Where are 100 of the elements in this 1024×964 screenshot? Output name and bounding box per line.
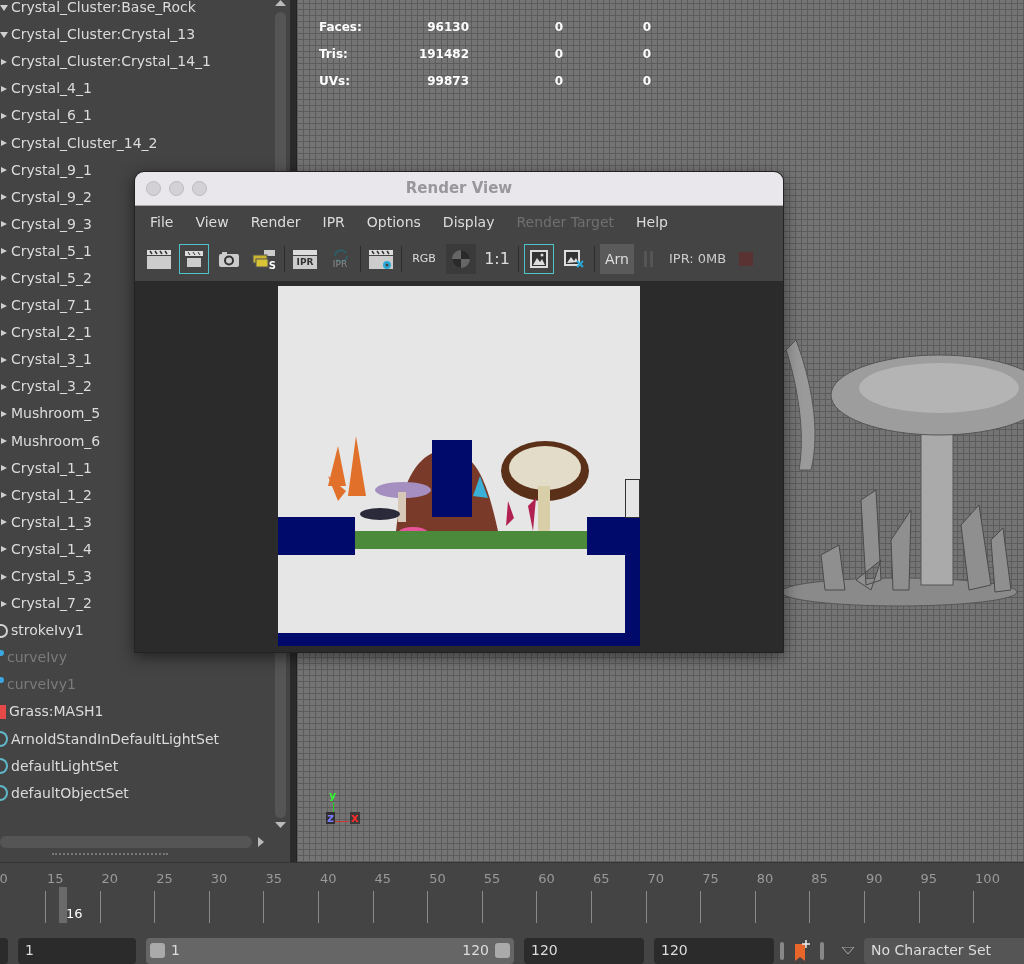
frame-number: 60	[538, 870, 555, 888]
collapsed-triangle-icon[interactable]	[1, 166, 7, 175]
collapsed-triangle-icon[interactable]	[1, 111, 7, 120]
outliner-item[interactable]: ArnoldStandInDefaultLightSet	[11, 728, 220, 750]
collapsed-triangle-icon[interactable]	[1, 382, 7, 391]
outliner-item[interactable]: Crystal_9_2	[11, 186, 92, 208]
time-field[interactable]	[0, 937, 8, 964]
real-size-button[interactable]: 1:1	[481, 244, 513, 274]
outliner-item[interactable]: Crystal_1_2	[11, 484, 92, 506]
frame-number: 80	[756, 870, 774, 888]
outliner-item[interactable]: Crystal_5_3	[11, 566, 92, 587]
render-region-button[interactable]	[179, 244, 209, 274]
menu-item[interactable]: IPR	[322, 212, 345, 233]
outliner-item[interactable]: Crystal_4_1	[11, 78, 92, 100]
outliner-item[interactable]: Crystal_5_1	[11, 240, 92, 262]
range-handle-icon[interactable]	[495, 943, 510, 958]
menu-item[interactable]: View	[195, 212, 229, 233]
checker-button[interactable]	[446, 244, 476, 274]
batch-letter: S	[268, 261, 276, 271]
outliner-item[interactable]: Crystal_Cluster:Base_Rock	[11, 0, 196, 19]
outliner-item[interactable]: Crystal_9_1	[11, 159, 92, 181]
collapsed-triangle-icon[interactable]	[1, 220, 7, 229]
collapsed-triangle-icon[interactable]	[1, 545, 7, 554]
collapsed-triangle-icon[interactable]	[1, 572, 7, 581]
outliner-item[interactable]: Crystal_3_2	[11, 376, 92, 398]
outliner-item[interactable]: Crystal_Cluster:Crystal_13	[11, 24, 196, 46]
outliner-item[interactable]: Mushroom_5	[11, 403, 101, 425]
outliner-item[interactable]: Crystal_1_4	[11, 538, 92, 560]
renderer-dropdown[interactable]: Arn	[600, 244, 634, 274]
outliner-item[interactable]: Crystal_7_1	[11, 295, 92, 317]
outliner-item[interactable]: Crystal_2_1	[11, 322, 92, 344]
frame-number: 70	[647, 870, 665, 888]
dropdown-caret-icon[interactable]	[842, 946, 854, 955]
character-set-dropdown[interactable]: No Character Set	[864, 937, 1024, 964]
menu-item[interactable]: File	[150, 212, 174, 233]
collapsed-triangle-icon[interactable]	[1, 57, 7, 66]
slider-handle-icon[interactable]	[820, 941, 824, 960]
range-slider[interactable]: 1 120	[146, 937, 514, 964]
collapsed-triangle-icon[interactable]	[1, 491, 7, 500]
outliner-item[interactable]: defaultLightSet	[11, 755, 119, 777]
expanded-triangle-icon[interactable]	[0, 3, 8, 12]
collapsed-triangle-icon[interactable]	[1, 301, 7, 310]
expanded-triangle-icon[interactable]	[0, 30, 8, 39]
frame-number: 35	[265, 870, 282, 888]
collapsed-triangle-icon[interactable]	[1, 328, 7, 337]
frame-number: 95	[920, 870, 938, 888]
outliner-item[interactable]: strokeIvy1	[11, 620, 84, 642]
scroll-up-arrow-icon[interactable]	[275, 0, 286, 6]
bookmark-add-icon[interactable]	[794, 939, 810, 962]
collapsed-triangle-icon[interactable]	[1, 599, 7, 608]
frame-number: 30	[210, 870, 228, 888]
outliner-item[interactable]: Crystal_1_3	[11, 511, 92, 533]
outliner-item[interactable]: Crystal_6_1	[11, 105, 92, 127]
outliner-item[interactable]: Crystal_1_1	[11, 457, 92, 479]
time-slider[interactable]: 0 15 20 25 30 35 40 45 50 55 60 65 70 75 80 85 90 95 100 16	[0, 862, 1024, 935]
start-time-field[interactable]: 1	[18, 937, 136, 964]
scroll-down-arrow-icon[interactable]	[275, 822, 286, 828]
slider-handle-icon[interactable]	[780, 941, 784, 960]
menu-item[interactable]: Render	[250, 212, 301, 233]
outliner-item[interactable]: Crystal_9_3	[11, 213, 92, 235]
collapsed-triangle-icon[interactable]	[1, 139, 7, 147]
collapsed-triangle-icon[interactable]	[1, 355, 7, 364]
outliner-item[interactable]: Crystal_5_2	[11, 268, 92, 289]
keep-image-button[interactable]	[524, 244, 554, 274]
outliner-item[interactable]: Mushroom_6	[11, 430, 101, 452]
collapsed-triangle-icon[interactable]	[1, 409, 7, 418]
clapperboard-icon	[184, 250, 204, 268]
collapsed-triangle-icon[interactable]	[1, 437, 7, 446]
outliner-item[interactable]: Grass:MASH1	[9, 701, 104, 723]
outliner-item[interactable]: Crystal_7_2	[11, 593, 92, 615]
menu-item[interactable]: Display	[442, 212, 495, 233]
collapsed-triangle-icon[interactable]	[1, 464, 7, 473]
ipr-render-button[interactable]: IPR	[290, 244, 320, 274]
frame-number: 85	[811, 870, 828, 888]
outliner-item[interactable]: Crystal_Cluster_14_2	[11, 132, 158, 154]
x-axis-label: x	[350, 812, 360, 824]
resize-handle[interactable]	[52, 853, 168, 855]
frame-number: 65	[592, 870, 610, 888]
outliner-item[interactable]: defaultObjectSet	[11, 782, 129, 804]
channel-button[interactable]: RGB	[407, 244, 441, 274]
playback-end-field[interactable]: 120	[654, 937, 774, 964]
collapsed-triangle-icon[interactable]	[1, 247, 7, 256]
range-handle-icon[interactable]	[150, 943, 165, 958]
outliner-item[interactable]: Crystal_Cluster:Crystal_14_1	[11, 51, 212, 73]
batch-render-button[interactable]: S	[249, 244, 279, 274]
menu-item[interactable]: Options	[366, 212, 421, 233]
frame-number: 45	[374, 870, 392, 888]
collapsed-triangle-icon[interactable]	[1, 193, 7, 202]
end-time-field[interactable]: 120	[524, 937, 644, 964]
square-icon	[0, 705, 6, 719]
scroll-right-arrow-icon[interactable]	[258, 837, 264, 847]
collapsed-triangle-icon[interactable]	[1, 84, 7, 93]
menu-item[interactable]: Help	[636, 212, 668, 233]
camera-icon	[218, 250, 240, 268]
outliner-item[interactable]: Crystal_3_1	[11, 349, 92, 371]
stacked-frames-icon	[252, 249, 276, 269]
current-frame-marker[interactable]	[59, 887, 68, 923]
collapsed-triangle-icon[interactable]	[1, 274, 7, 283]
frame-number: 15	[47, 870, 64, 888]
collapsed-triangle-icon[interactable]	[1, 518, 7, 527]
